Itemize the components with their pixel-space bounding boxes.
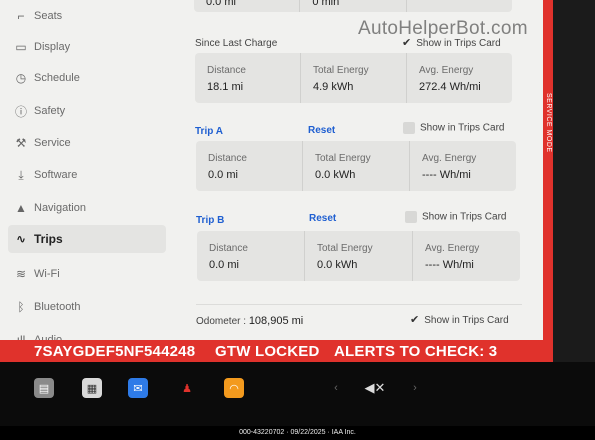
service-status-bar: 7SAYGDEF5NF544248 GTW LOCKED ALERTS TO C…	[0, 340, 553, 362]
sidebar-item-schedule[interactable]: ◷ Schedule	[8, 64, 166, 92]
bluetooth-icon: ᛒ	[17, 300, 25, 314]
vin-text: 7SAYGDEF5NF544248	[34, 343, 196, 360]
wifi-icon: ≋	[15, 267, 27, 281]
distance-value: 0.0 mi	[208, 169, 238, 181]
navigation-arrow-icon: ▲	[15, 201, 27, 215]
distance-label: Distance	[207, 65, 246, 76]
watermark: AutoHelperBot.com	[358, 18, 528, 39]
sidebar-item-service[interactable]: ⚒ Service	[8, 129, 166, 157]
notes-icon[interactable]: ▤	[34, 378, 54, 398]
settings-sidebar: ⌐ Seats ▭ Display ◷ Schedule ⓘ Safety ⚒ …	[0, 0, 175, 347]
trip-a-reset-button[interactable]: Reset	[308, 125, 335, 136]
divider	[196, 304, 522, 305]
sidebar-item-label: Service	[34, 137, 71, 149]
sidebar-item-label: Bluetooth	[34, 301, 81, 313]
download-icon: ⤓	[18, 167, 24, 182]
avg-energy-label: Avg. Energy	[419, 65, 474, 76]
trip-a-title: Trip A	[195, 126, 223, 137]
display-icon: ▭	[15, 40, 27, 54]
show-in-trips-label: Show in Trips Card	[420, 122, 505, 134]
total-energy-value: 0.0 kWh	[317, 259, 358, 271]
sidebar-item-label: Wi-Fi	[34, 268, 60, 280]
seat-icon: ⌐	[17, 9, 25, 23]
total-energy-label: Total Energy	[317, 243, 373, 254]
trips-icon: ∿	[15, 232, 27, 246]
sidebar-item-label: Navigation	[34, 202, 86, 214]
image-footer: 000-43220702 · 09/22/2025 · IAA Inc.	[0, 426, 595, 440]
sidebar-item-seats[interactable]: ⌐ Seats	[8, 2, 166, 30]
settings-screen: ⌐ Seats ▭ Display ◷ Schedule ⓘ Safety ⚒ …	[0, 0, 553, 362]
total-energy-value: 0.0 kWh	[315, 169, 356, 181]
sidebar-item-display[interactable]: ▭ Display	[8, 33, 166, 61]
show-in-trips-label: Show in Trips Card	[424, 315, 509, 326]
avg-energy-value: ---- Wh/mi	[425, 259, 474, 271]
total-energy-label: Total Energy	[313, 65, 369, 76]
odometer-label: Odometer	[196, 316, 241, 327]
odometer-show-toggle[interactable]: ✔ Show in Trips Card	[410, 313, 509, 326]
sidebar-item-label: Display	[34, 41, 71, 53]
top-partial-card: 0.0 mi 0 min	[194, 0, 512, 12]
since-last-charge-title: Since Last Charge	[195, 38, 278, 49]
joystick-icon[interactable]: ♟	[177, 378, 197, 398]
sidebar-item-label: Trips	[34, 232, 63, 246]
sidebar-item-navigation[interactable]: ▲ Navigation	[8, 194, 166, 222]
sidebar-item-label: Safety	[34, 105, 66, 117]
sidebar-item-label: Software	[34, 169, 78, 181]
show-in-trips-label: Show in Trips Card	[422, 211, 507, 223]
sidebar-item-label: Seats	[34, 10, 63, 22]
trip-a-show-toggle[interactable]: Show in Trips Card	[403, 122, 504, 134]
avg-energy-value: 272.4 Wh/mi	[419, 81, 481, 93]
sidebar-item-bluetooth[interactable]: ᛒ Bluetooth	[8, 293, 166, 321]
sidebar-item-label: Schedule	[34, 72, 80, 84]
avg-energy-label: Avg. Energy	[422, 153, 477, 164]
distance-value: 18.1 mi	[207, 81, 244, 93]
trip-a-card: Distance 0.0 mi Total Energy 0.0 kWh Avg…	[196, 141, 516, 191]
calendar-icon[interactable]: ▦	[82, 378, 102, 398]
partial-distance-value: 0.0 mi	[206, 0, 236, 8]
checkbox-icon	[405, 211, 417, 223]
since-last-charge-card: Distance 18.1 mi Total Energy 4.9 kWh Av…	[195, 53, 512, 103]
distance-label: Distance	[209, 243, 248, 254]
gtw-status: GTW LOCKED	[215, 343, 320, 360]
sidebar-item-software[interactable]: ⤓ Software	[8, 161, 166, 189]
trip-b-reset-button[interactable]: Reset	[309, 213, 336, 224]
alerts-status[interactable]: ALERTS TO CHECK: 3	[334, 343, 497, 360]
mute-icon[interactable]: ◀✕	[362, 378, 388, 398]
checkmark-icon: ✔	[410, 314, 420, 326]
odometer-row: Odometer : 108,905 mi	[196, 315, 303, 327]
audible-icon[interactable]: ◠	[224, 378, 244, 398]
wrench-icon: ⚒	[15, 136, 27, 150]
total-energy-value: 4.9 kWh	[313, 81, 354, 93]
trip-b-title: Trip B	[196, 215, 225, 226]
info-icon: ⓘ	[14, 104, 27, 119]
avg-energy-value: ---- Wh/mi	[422, 169, 471, 181]
distance-value: 0.0 mi	[209, 259, 239, 271]
bottom-dock: ▤ ▦ ✉ ♟ ◠ ‹ ◀✕ ›	[0, 362, 595, 426]
total-energy-label: Total Energy	[315, 153, 371, 164]
sidebar-item-wifi[interactable]: ≋ Wi-Fi	[8, 260, 166, 288]
trip-b-show-toggle[interactable]: Show in Trips Card	[405, 211, 506, 223]
odometer-value: 108,905 mi	[248, 315, 304, 327]
odometer-separator: :	[243, 316, 247, 327]
chevron-right-icon[interactable]: ›	[405, 378, 425, 398]
service-mode-label: SERVICE MODE	[545, 93, 552, 153]
sidebar-item-safety[interactable]: ⓘ Safety	[8, 97, 166, 125]
avg-energy-label: Avg. Energy	[425, 243, 480, 254]
sidebar-item-trips[interactable]: ∿ Trips	[8, 225, 166, 253]
clock-icon: ◷	[15, 71, 27, 85]
trip-b-card: Distance 0.0 mi Total Energy 0.0 kWh Avg…	[197, 231, 520, 281]
distance-label: Distance	[208, 153, 247, 164]
partial-time-value: 0 min	[312, 0, 340, 8]
chevron-left-icon[interactable]: ‹	[326, 378, 346, 398]
messages-icon[interactable]: ✉	[128, 378, 148, 398]
checkbox-icon	[403, 122, 415, 134]
